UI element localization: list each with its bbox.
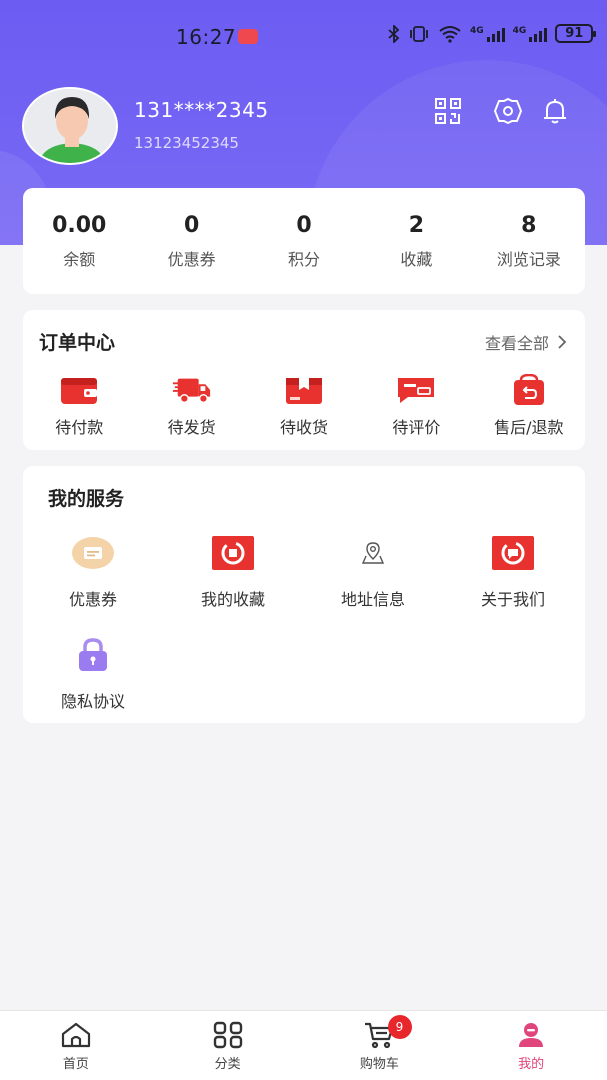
order-pending-review[interactable]: 待评价 [360,374,472,438]
stat-balance[interactable]: 0.00 余额 [23,188,135,294]
order-pending-payment[interactable]: 待付款 [23,374,135,438]
order-item-label: 待付款 [55,418,104,437]
stat-label: 余额 [63,249,96,269]
service-label: 隐私协议 [60,692,125,711]
service-coupons[interactable]: 优惠券 [23,534,163,610]
status-time: 16:27 [176,25,237,49]
order-pending-receipt[interactable]: 待收货 [248,374,360,438]
gear-icon [494,98,522,124]
status-bar: 16:27 4G 4G 91 [0,0,607,72]
stat-points[interactable]: 0 积分 [248,188,360,294]
service-label: 地址信息 [340,590,405,609]
nav-label: 分类 [214,1057,241,1072]
my-services-card: 我的服务 优惠券 我的收藏 地址信息 关于我们 隐私协议 [23,466,585,723]
avatar-icon [24,89,116,163]
order-status-row: 待付款 待发货 待收货 待评价 售后/退款 [23,374,585,438]
lock-icon [71,636,115,674]
qr-code-icon [435,98,461,124]
chevron-right-icon [558,335,567,349]
avatar[interactable] [22,87,118,165]
stat-label: 优惠券 [167,249,216,269]
settings-button[interactable] [493,96,523,126]
chat-icon [491,534,535,572]
nav-label: 购物车 [359,1057,399,1072]
nav-label: 我的 [518,1057,545,1072]
stat-value: 8 [521,212,537,238]
order-pending-shipment[interactable]: 待发货 [135,374,247,438]
package-icon [284,374,324,406]
service-label: 我的收藏 [200,590,265,609]
my-services-title: 我的服务 [48,488,125,510]
service-address[interactable]: 地址信息 [303,534,443,610]
stat-label: 浏览记录 [496,249,561,269]
service-label: 优惠券 [68,590,117,609]
stat-favorites[interactable]: 2 收藏 [360,188,472,294]
view-all-label: 查看全部 [484,334,549,353]
truck-icon [172,374,212,406]
nav-home[interactable]: 首页 [0,1011,152,1080]
refund-icon [509,374,549,406]
service-about-us[interactable]: 关于我们 [443,534,583,610]
review-icon [396,374,436,406]
service-label: 关于我们 [480,590,545,609]
order-item-label: 待收货 [280,418,329,437]
stat-value: 0 [296,212,312,238]
order-center-card: 订单中心 查看全部 待付款 待发货 待收货 待评价 售后/退款 [23,310,585,450]
phone-number: 13123452345 [134,134,239,152]
stat-value: 2 [408,212,425,238]
stat-label: 收藏 [400,249,433,269]
location-icon [351,534,395,572]
cart-count-badge: 9 [387,1015,412,1039]
stat-value: 0 [183,212,200,238]
vibrate-icon [410,25,428,42]
grid-icon [213,1021,242,1049]
notification-badge-icon [238,29,258,44]
bluetooth-icon [388,24,400,43]
order-item-label: 售后/退款 [494,418,564,437]
wifi-icon [439,25,461,43]
stat-label: 积分 [288,249,321,269]
stat-coupons[interactable]: 0 优惠券 [135,188,247,294]
qr-code-button[interactable] [433,96,463,126]
signal-icon: 4G [470,26,505,42]
order-item-label: 待发货 [167,418,216,437]
wallet-icon [59,374,99,406]
order-item-label: 待评价 [392,418,441,437]
username: 131****2345 [134,98,269,122]
battery-icon: 91 [555,24,597,43]
nav-mine[interactable]: 我的 [455,1011,607,1080]
order-after-sales[interactable]: 售后/退款 [473,374,585,438]
service-favorites[interactable]: 我的收藏 [163,534,303,610]
bell-icon [544,99,566,124]
stats-card: 0.00 余额 0 优惠券 0 积分 2 收藏 8 浏览记录 [23,188,585,294]
view-all-orders-link[interactable]: 查看全部 [485,330,567,354]
nav-category[interactable]: 分类 [152,1011,304,1080]
stat-value: 0.00 [52,212,107,238]
notification-button[interactable] [540,96,570,126]
coupon-icon [71,534,115,572]
stat-history[interactable]: 8 浏览记录 [473,188,585,294]
order-center-title: 订单中心 [39,332,116,354]
services-grid: 优惠券 我的收藏 地址信息 关于我们 隐私协议 [23,534,585,712]
favorite-icon [211,534,255,572]
status-icons: 4G 4G 91 [388,24,597,43]
nav-label: 首页 [62,1057,89,1072]
bottom-navigation: 首页 分类 9 购物车 我的 [0,1010,607,1080]
signal-icon: 4G [513,26,548,42]
home-icon [61,1022,90,1048]
service-privacy[interactable]: 隐私协议 [23,636,163,712]
user-icon [519,1023,544,1047]
nav-cart[interactable]: 9 购物车 [304,1011,456,1080]
